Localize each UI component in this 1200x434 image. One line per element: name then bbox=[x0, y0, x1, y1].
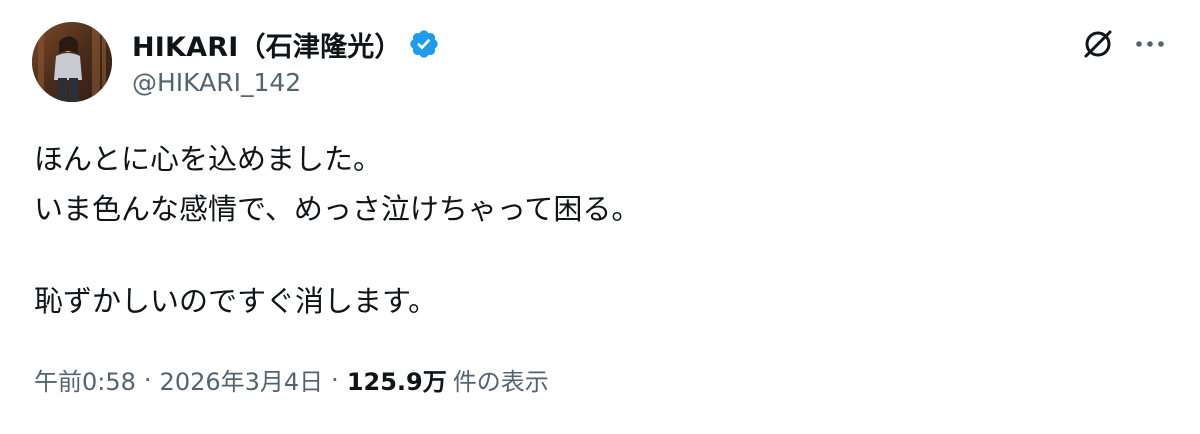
tweet-text-line: 恥ずかしいのですぐ消します。 bbox=[34, 284, 438, 318]
tweet-card: HIKARI（石津隆光） @HIKARI_142 ほんとに心を込めました。 いま… bbox=[0, 0, 1200, 434]
tweet-text: ほんとに心を込めました。 いま色んな感情で、めっさ泣けちゃって困る。 恥ずかしい… bbox=[34, 134, 1154, 326]
meta-separator: · bbox=[331, 365, 339, 394]
tweet-time[interactable]: 午前0:58 bbox=[34, 362, 136, 397]
more-options-icon[interactable] bbox=[1130, 26, 1170, 62]
user-handle[interactable]: @HIKARI_142 bbox=[132, 68, 301, 97]
display-name-row[interactable]: HIKARI（石津隆光） bbox=[132, 25, 440, 64]
avatar[interactable] bbox=[32, 22, 112, 102]
tweet-text-line: いま色んな感情で、めっさ泣けちゃって困る。 bbox=[34, 192, 641, 226]
tweet-meta: 午前0:58 · 2026年3月4日 · 125.9万 件の表示 bbox=[34, 362, 549, 397]
tweet-date[interactable]: 2026年3月4日 bbox=[160, 362, 324, 397]
display-name[interactable]: HIKARI（石津隆光） bbox=[132, 25, 402, 64]
verified-badge-icon[interactable] bbox=[408, 28, 440, 60]
meta-separator: · bbox=[143, 365, 152, 394]
views-label: 件の表示 bbox=[452, 368, 549, 396]
views-count[interactable]: 125.9万 bbox=[347, 362, 447, 397]
avatar-photo bbox=[32, 22, 112, 102]
grok-icon[interactable] bbox=[1080, 26, 1116, 62]
tweet-text-line: ほんとに心を込めました。 bbox=[34, 142, 383, 176]
